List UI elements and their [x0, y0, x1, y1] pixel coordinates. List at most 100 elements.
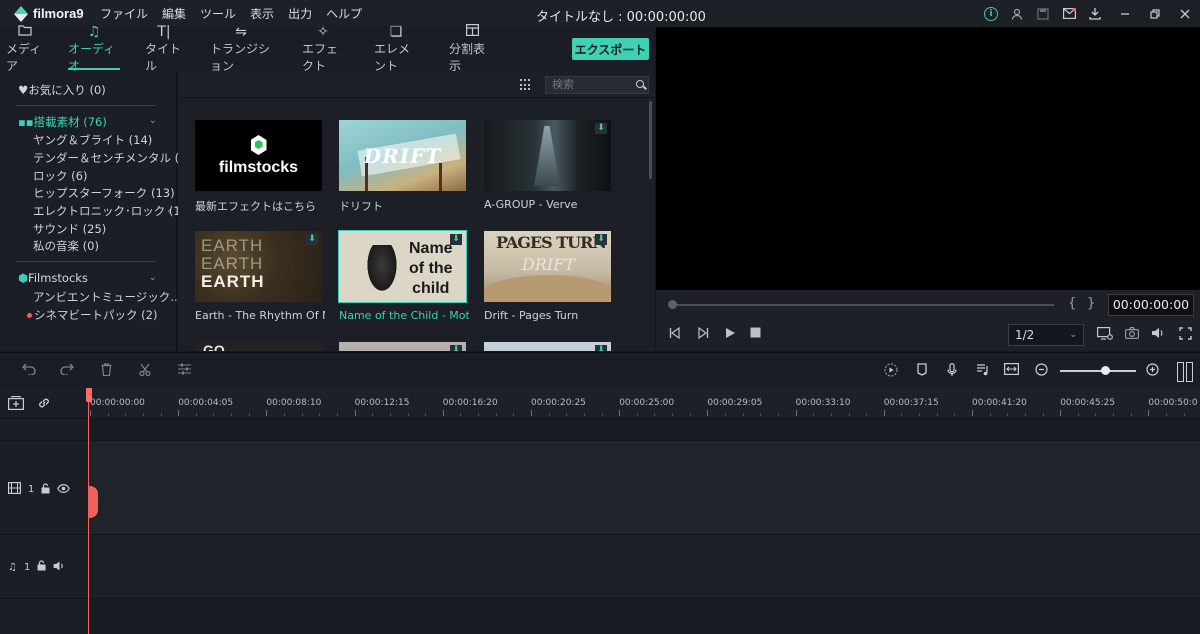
previous-frame-icon[interactable]: [669, 326, 681, 342]
display-settings-icon[interactable]: [1097, 327, 1113, 343]
zoom-in-icon[interactable]: [1146, 363, 1159, 380]
menu-export[interactable]: 出力: [288, 5, 312, 22]
category-item[interactable]: ヤング＆ブライト (14): [33, 132, 152, 148]
tab-titles[interactable]: T| タイトル: [145, 24, 183, 73]
audio-card[interactable]: EARTH EARTH EARTH ⬇ Earth - The Rhythm O…: [195, 231, 325, 322]
category-item[interactable]: シネマビートパック (2): [27, 307, 157, 323]
seek-handle[interactable]: [668, 300, 677, 309]
link-icon[interactable]: [37, 396, 51, 413]
video-track-lane[interactable]: [88, 440, 1200, 534]
fit-to-timeline-icon[interactable]: [1004, 363, 1020, 379]
download-icon[interactable]: ⬇: [595, 345, 607, 351]
play-icon[interactable]: [724, 327, 736, 342]
snapshot-icon[interactable]: [1125, 327, 1140, 342]
time-ruler[interactable]: 00:00:00:00 00:00:04:05 00:00:08:10 00:00:1…: [88, 388, 1200, 418]
filmstocks-header[interactable]: ⬢Filmstocks: [18, 271, 88, 285]
lock-icon[interactable]: [37, 560, 46, 574]
thumbnail: DRIFT: [339, 120, 466, 191]
seek-bar[interactable]: [674, 304, 1054, 306]
search-input[interactable]: 検索: [545, 76, 649, 94]
lock-icon[interactable]: [41, 482, 50, 497]
audio-card[interactable]: DRIFT ドリフト: [339, 120, 466, 214]
zoom-out-icon[interactable]: [1035, 363, 1048, 380]
grid-view-icon[interactable]: [520, 79, 532, 91]
minimize-icon[interactable]: [1118, 7, 1132, 21]
preview-quality-select[interactable]: 1/2 ⌄: [1008, 324, 1084, 346]
adjust-icon[interactable]: [178, 363, 191, 379]
download-icon[interactable]: ⬇: [595, 123, 607, 134]
cut-icon[interactable]: [139, 363, 151, 380]
marker-icon[interactable]: [917, 363, 927, 380]
audio-mixer-icon[interactable]: [976, 363, 989, 380]
search-icon[interactable]: [636, 80, 644, 88]
audio-card[interactable]: PAGES TURN DRIFT ⬇ Drift - Pages Turn: [484, 231, 611, 322]
menu-view[interactable]: 表示: [250, 5, 274, 22]
ruler-minor-tick: [460, 413, 462, 416]
save-icon[interactable]: [1036, 7, 1050, 21]
builtin-header[interactable]: ▪▪搭載素材 (76): [18, 114, 107, 130]
download-icon[interactable]: ⬇: [450, 234, 462, 245]
mail-icon[interactable]: [1062, 7, 1076, 21]
tab-audio[interactable]: ♫ オーディオ: [68, 24, 120, 73]
playhead-marker[interactable]: [86, 388, 92, 402]
tab-split-screen[interactable]: 分割表示: [449, 24, 495, 73]
volume-icon[interactable]: [1151, 327, 1165, 342]
menu-help[interactable]: ヘルプ: [326, 5, 362, 22]
favorites-item[interactable]: ♥お気に入り (0): [18, 82, 106, 98]
category-item[interactable]: テンダー＆センチメンタル (7): [33, 150, 191, 166]
zoom-slider[interactable]: [1060, 370, 1136, 372]
zoom-slider-handle[interactable]: [1101, 366, 1110, 375]
undo-icon[interactable]: [22, 363, 36, 379]
audio-track-header: ♫ 1: [8, 560, 72, 574]
ruler-tick: [1060, 410, 1062, 416]
chevron-down-icon[interactable]: ⌄: [149, 273, 157, 283]
scrollbar[interactable]: [649, 101, 652, 179]
mark-out-icon[interactable]: }: [1087, 296, 1095, 311]
audio-track-lane[interactable]: [88, 535, 1200, 598]
audio-category-sidebar: ♥お気に入り (0) ▪▪搭載素材 (76) ⌄ ヤング＆ブライト (14) テ…: [0, 71, 201, 351]
fullscreen-icon[interactable]: [1179, 327, 1192, 343]
audio-card[interactable]: ⬇: [339, 342, 466, 351]
speaker-icon[interactable]: [53, 561, 65, 574]
download-icon[interactable]: [1088, 7, 1102, 21]
download-icon[interactable]: ⬇: [306, 234, 318, 245]
card-label: 最新エフェクトはこちら: [195, 200, 316, 213]
chevron-down-icon[interactable]: ⌄: [149, 116, 157, 126]
menu-file[interactable]: ファイル: [100, 5, 148, 22]
redo-icon[interactable]: [60, 363, 74, 379]
tab-elements[interactable]: ❏ エレメント: [374, 24, 418, 73]
category-item[interactable]: アンビエントミュージック... (2): [33, 289, 201, 305]
download-icon[interactable]: ⬇: [450, 345, 462, 351]
download-icon[interactable]: ⬇: [595, 234, 607, 245]
stop-icon[interactable]: [750, 327, 761, 341]
category-item[interactable]: ロック (6): [33, 168, 87, 184]
mark-in-icon[interactable]: {: [1068, 296, 1076, 311]
playhead-drag-handle[interactable]: [88, 486, 98, 518]
delete-icon[interactable]: [101, 363, 112, 380]
audio-card[interactable]: ⬇: [484, 342, 611, 351]
audio-card-selected[interactable]: Name of the child ⬇ Name of the Child - …: [338, 230, 469, 322]
microphone-icon[interactable]: [947, 363, 957, 381]
tab-effects[interactable]: ✧ エフェクト: [302, 24, 344, 73]
audio-card[interactable]: filmstocks 最新エフェクトはこちら: [195, 120, 322, 214]
account-icon[interactable]: [1010, 7, 1024, 21]
tab-transitions[interactable]: ⇋ トランジション: [210, 24, 272, 73]
pause-icon[interactable]: [1177, 362, 1193, 382]
render-icon[interactable]: [884, 363, 899, 381]
close-icon[interactable]: [1178, 7, 1192, 21]
audio-card[interactable]: ⬇ A-GROUP - Verve: [484, 120, 611, 211]
collapse-sidebar-icon[interactable]: ‹: [167, 206, 171, 217]
export-button[interactable]: エクスポート: [572, 38, 649, 60]
audio-card[interactable]: GO: [195, 342, 322, 351]
category-item[interactable]: ヒップスターフォーク (13): [33, 185, 175, 201]
category-item[interactable]: 私の音楽 (0): [33, 238, 99, 254]
category-item[interactable]: サウンド (25): [33, 221, 106, 237]
info-icon[interactable]: i: [984, 6, 998, 21]
menu-edit[interactable]: 編集: [162, 5, 186, 22]
next-frame-icon[interactable]: [697, 326, 709, 342]
menu-tools[interactable]: ツール: [200, 5, 236, 22]
tab-media[interactable]: メディア: [6, 25, 44, 73]
restore-icon[interactable]: [1148, 7, 1162, 21]
eye-icon[interactable]: [57, 483, 71, 496]
add-track-icon[interactable]: [8, 396, 25, 413]
